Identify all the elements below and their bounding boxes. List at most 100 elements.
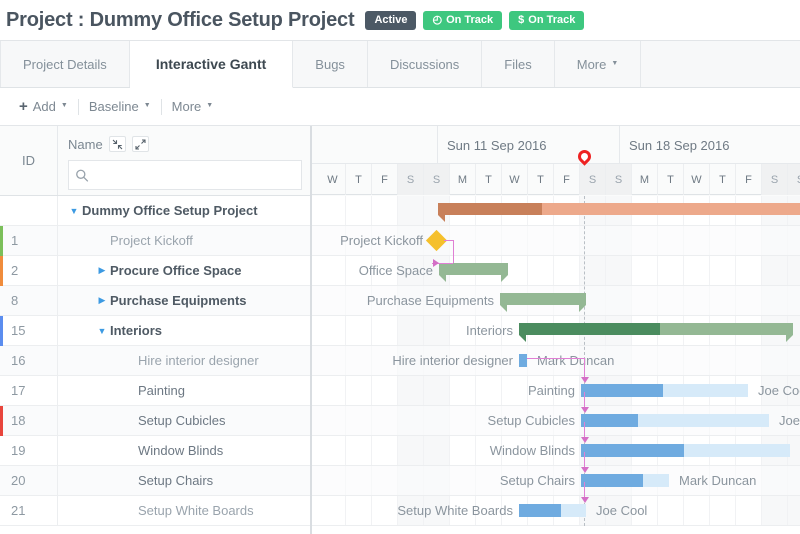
column-header-name-label: Name [68,136,103,152]
timeline-task-label: Purchase Equipments [366,293,494,308]
cell-name: ▼ Dummy Office Setup Project [58,196,310,226]
chevron-down-icon[interactable]: ▼ [66,206,82,216]
timeline-task-label: Hire interior designer [392,353,513,368]
task-bar[interactable] [519,354,527,367]
timeline-day-header: T [476,164,502,195]
table-row[interactable]: 2 ▶ Procure Office Space [0,255,310,286]
tab-interactive-gantt[interactable]: Interactive Gantt [129,41,294,88]
more-button[interactable]: More ▼ [162,99,224,114]
summary-cap-right [786,335,793,342]
status-badge: $ On Track [509,10,585,30]
tab-files[interactable]: Files [482,41,555,87]
tab-discussions[interactable]: Discussions [367,41,483,87]
search-input[interactable] [89,167,295,183]
cell-id: 18 [0,405,58,436]
add-button[interactable]: + Add ▼ [9,98,78,115]
summary-cap-right [501,275,508,282]
cell-name: Setup White Boards [58,496,310,526]
task-name: Hire interior designer [138,353,259,368]
status-badge-label: On Track [446,14,494,26]
dependency-arrow [581,407,589,413]
assignee-label: Joe Coo [758,383,800,398]
dollar-icon: $ [518,13,525,26]
task-bar-progress [519,504,561,517]
tab-bar: Project Details Interactive Gantt Bugs Disc… [0,40,800,88]
timeline-day-header: F [736,164,762,195]
tab-more[interactable]: More ▼ [554,41,642,87]
status-badges: Active ◴ On Track $ On Track [365,10,585,30]
cell-name: ▶ Purchase Equipments [58,286,310,316]
task-bar[interactable] [581,414,769,427]
chevron-right-icon[interactable]: ▶ [94,265,110,276]
timeline-days: WTFSSMTWTFSSMTWTFSSMTWTF [312,147,800,195]
timeline-day-header: S [398,164,424,195]
dependency-link [527,358,584,359]
tab-label: Project Details [23,56,107,72]
row-status-marker [0,406,3,436]
table-row[interactable]: 20 Setup Chairs [0,465,310,496]
cell-id: 19 [0,435,58,466]
collapse-arrows-icon [112,139,123,149]
search-icon [76,169,89,182]
table-row[interactable]: 19 Window Blinds [0,435,310,466]
task-bar-progress [581,474,643,487]
chevron-right-icon[interactable]: ▶ [94,295,110,306]
tab-project-details[interactable]: Project Details [0,41,130,87]
chevron-down-icon: ▼ [611,59,619,67]
task-name: Setup Chairs [138,473,214,488]
task-bar-progress [581,414,638,427]
chevron-down-icon[interactable]: ▼ [94,326,110,336]
table-row[interactable]: 17 Painting [0,375,310,406]
summary-bar[interactable] [500,293,586,312]
task-bar[interactable] [519,504,586,517]
table-row[interactable]: 15 ▼ Interiors [0,315,310,346]
cell-id: 15 [0,315,58,346]
summary-bar[interactable] [439,263,508,282]
cell-id: 16 [0,345,58,376]
cell-name: ▼ Interiors [58,316,310,346]
gantt-toolbar: + Add ▼ Baseline ▼ More ▼ [0,88,800,126]
table-row[interactable]: 8 ▶ Purchase Equipments [0,285,310,316]
assignee-label: Mark Duncan [537,353,615,368]
task-search-box[interactable] [68,160,302,190]
task-grid-pane: ID Name ▼ Dummy Office Setup Project 1 P… [0,126,312,534]
task-bar-progress [519,354,527,367]
timeline-task-label: Setup Chairs [499,473,575,488]
assignee-label: Mark Duncan [679,473,757,488]
table-row[interactable]: ▼ Dummy Office Setup Project [0,195,310,226]
tab-label: More [576,56,607,72]
timeline-week-header: p 2016 [312,126,438,164]
table-row[interactable]: 21 Setup White Boards [0,495,310,526]
dependency-arrow [433,259,439,267]
task-bar[interactable] [581,444,790,457]
table-row[interactable]: 18 Setup Cubicles [0,405,310,436]
task-name: Window Blinds [138,443,224,458]
timeline-pane: p 2016Sun 11 Sep 2016Sun 18 Sep 2016Sun … [312,126,800,534]
chevron-down-icon: ▼ [143,102,151,109]
summary-bar[interactable] [519,323,793,342]
table-row[interactable]: 16 Hire interior designer [0,345,310,376]
task-bar-progress [581,384,663,397]
collapse-all-icon[interactable] [108,136,126,152]
expand-all-icon[interactable] [131,136,149,152]
task-bar-progress [581,444,684,457]
summary-cap-right [579,305,586,312]
summary-bar-progress [519,323,660,335]
task-bar[interactable] [581,474,669,487]
cell-name: ▶ Procure Office Space [58,256,310,286]
timeline-day-header: S [788,164,800,195]
cell-name: Hire interior designer [58,346,310,376]
chevron-down-icon: ▼ [60,102,68,109]
summary-cap-left [438,215,445,222]
gantt-body: ID Name ▼ Dummy Office Setup Project 1 P… [0,126,800,534]
baseline-button[interactable]: Baseline ▼ [79,99,161,114]
dependency-link [453,240,454,263]
cell-name: Setup Cubicles [58,406,310,436]
task-bar[interactable] [581,384,748,397]
clock-icon: ◴ [432,13,443,26]
timeline-weeks: p 2016Sun 11 Sep 2016Sun 18 Sep 2016Sun … [312,126,800,164]
summary-bar[interactable] [438,203,800,222]
dependency-link [444,240,453,241]
table-row[interactable]: 1 Project Kickoff [0,225,310,256]
tab-bugs[interactable]: Bugs [293,41,368,87]
